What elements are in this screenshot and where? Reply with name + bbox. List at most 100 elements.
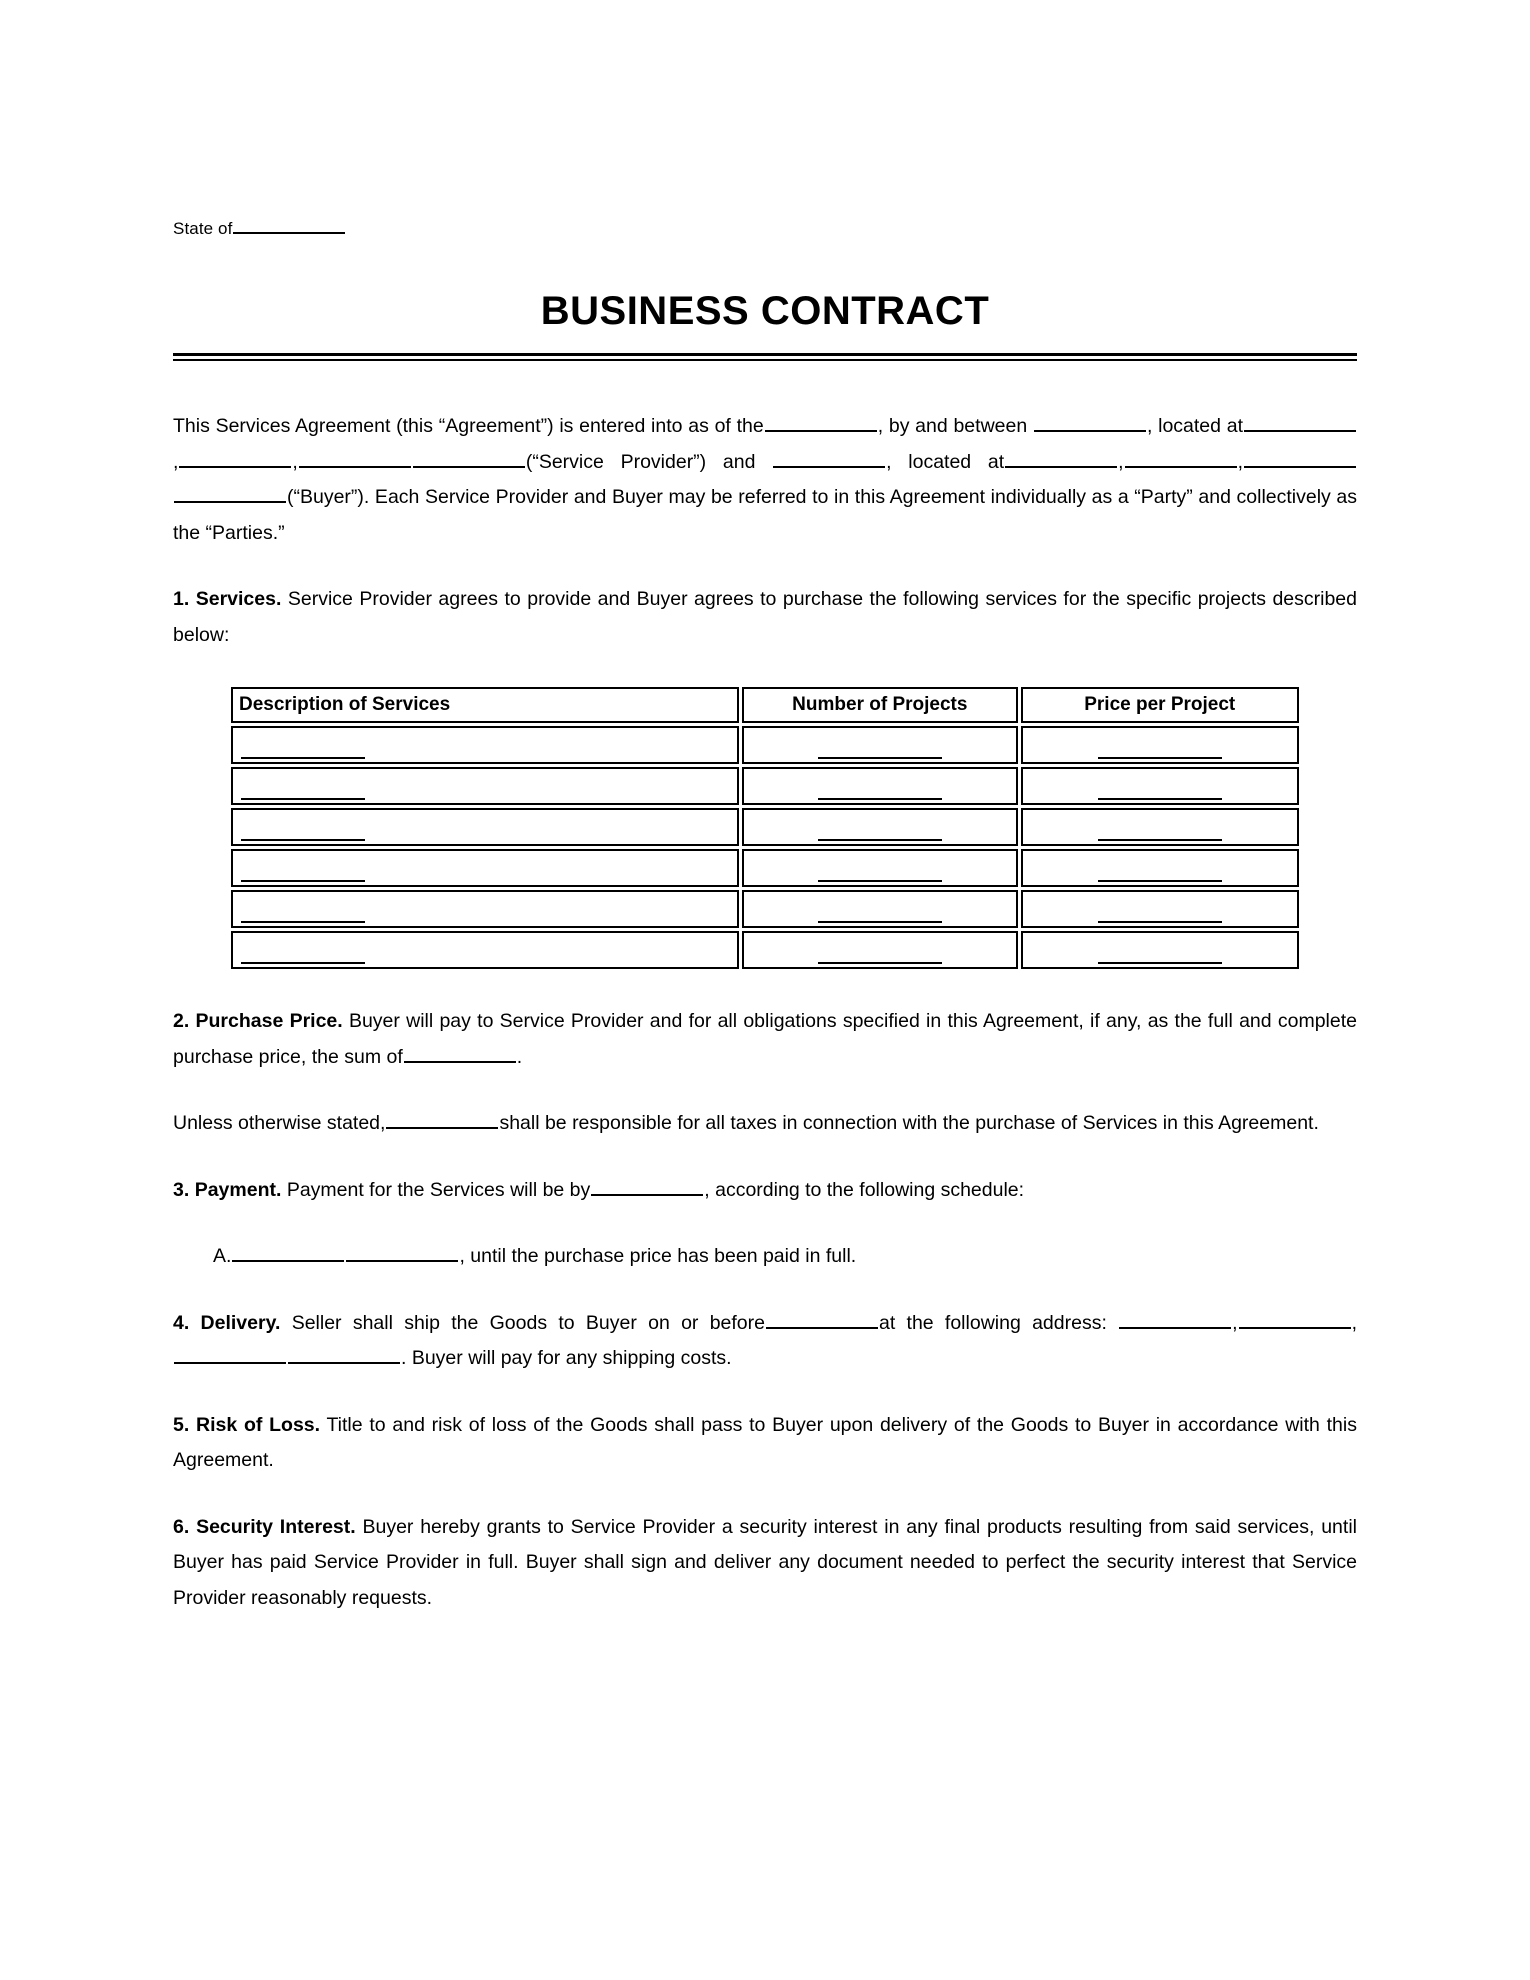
taxes-responsible-party-blank[interactable]	[386, 1108, 499, 1130]
cell-blank-line	[817, 880, 942, 883]
cell-number-of-projects[interactable]	[742, 808, 1018, 847]
agreement-date-blank[interactable]	[764, 411, 877, 433]
cell-number-of-projects[interactable]	[742, 890, 1018, 929]
delivery-address-zip-blank[interactable]	[288, 1343, 400, 1365]
cell-number-of-projects[interactable]	[742, 849, 1018, 888]
table-row	[231, 849, 1299, 888]
delivery-address-city-blank[interactable]	[1238, 1307, 1351, 1329]
cell-description[interactable]	[231, 849, 740, 888]
purchase-price-sum-blank[interactable]	[403, 1041, 516, 1063]
column-header-price-per-project: Price per Project	[1020, 687, 1299, 724]
services-table-wrapper: Description of Services Number of Projec…	[173, 684, 1357, 972]
table-row	[231, 767, 1299, 806]
section-6-heading: Security Interest.	[196, 1515, 356, 1538]
delivery-date-blank[interactable]	[766, 1307, 878, 1329]
taxes-text-2: shall be responsible for all taxes in co…	[499, 1112, 1319, 1135]
column-header-description: Description of Services	[231, 687, 740, 724]
service-provider-name-blank[interactable]	[1033, 411, 1146, 433]
intro-text-4: (“Service Provider”) and	[525, 450, 756, 473]
intro-text-5: , located at	[886, 450, 1005, 473]
cell-blank-line	[817, 962, 942, 965]
buyer-address-city-blank[interactable]	[1124, 446, 1237, 468]
table-row	[231, 808, 1299, 847]
section-1-services: 1. Services. Service Provider agrees to …	[173, 582, 1357, 653]
sp-address-state-blank[interactable]	[298, 446, 411, 468]
sp-address-street-blank[interactable]	[1244, 411, 1356, 433]
section-1-heading: Services.	[195, 588, 282, 611]
intro-paragraph: This Services Agreement (this “Agreement…	[173, 409, 1357, 551]
cell-description[interactable]	[231, 726, 740, 765]
payment-schedule-item-a: A. , until the purchase price has been pa…	[173, 1239, 1357, 1275]
contract-page: State of BUSINESS CONTRACT This Services…	[0, 0, 1530, 1980]
intro-text-6: (“Buyer”). Each Service Provider and Buy…	[173, 486, 1357, 544]
buyer-address-state-blank[interactable]	[1243, 446, 1356, 468]
buyer-address-zip-blank[interactable]	[174, 482, 286, 504]
cell-blank-line	[817, 757, 942, 760]
schedule-item-text: , until the purchase price has been paid…	[459, 1245, 857, 1268]
cell-blank-line	[1097, 880, 1222, 883]
state-blank-field[interactable]	[233, 215, 346, 234]
services-table-body	[231, 726, 1299, 970]
section-3-heading: Payment.	[194, 1178, 282, 1201]
cell-price-per-project[interactable]	[1020, 767, 1299, 806]
cell-price-per-project[interactable]	[1020, 890, 1299, 929]
taxes-clause: Unless otherwise stated, shall be respons…	[173, 1106, 1357, 1142]
section-5-heading: Risk of Loss.	[196, 1413, 321, 1436]
table-row	[231, 726, 1299, 765]
state-line: State of	[173, 215, 1357, 239]
section-3-body-2: , according to the following schedule:	[704, 1178, 1025, 1201]
schedule-amount-blank[interactable]	[232, 1241, 345, 1263]
delivery-address-state-blank[interactable]	[174, 1343, 286, 1365]
section-2-body-2: .	[516, 1045, 523, 1068]
cell-description[interactable]	[231, 931, 740, 970]
sp-address-zip-blank[interactable]	[412, 446, 525, 468]
cell-description[interactable]	[231, 890, 740, 929]
intro-text-2: , by and between	[877, 415, 1028, 438]
section-3-body-1: Payment for the Services will be by	[286, 1178, 591, 1201]
table-row	[231, 890, 1299, 929]
section-5-body: Title to and risk of loss of the Goods s…	[173, 1413, 1357, 1472]
cell-price-per-project[interactable]	[1020, 726, 1299, 765]
section-2-purchase-price: 2. Purchase Price. Buyer will pay to Ser…	[173, 1004, 1357, 1075]
cell-blank-line	[1097, 757, 1222, 760]
page-title: BUSINESS CONTRACT	[540, 289, 990, 334]
cell-blank-line	[1097, 962, 1222, 965]
cell-number-of-projects[interactable]	[742, 767, 1018, 806]
cell-price-per-project[interactable]	[1020, 808, 1299, 847]
cell-blank-line	[241, 757, 365, 760]
cell-price-per-project[interactable]	[1020, 849, 1299, 888]
cell-description[interactable]	[231, 808, 740, 847]
section-4-body-3: . Buyer will pay for any shipping costs.	[401, 1347, 732, 1370]
delivery-address-street-blank[interactable]	[1119, 1307, 1232, 1329]
section-2-number: 2.	[173, 1010, 190, 1033]
buyer-name-blank[interactable]	[773, 446, 886, 468]
section-5-number: 5.	[173, 1413, 190, 1436]
section-1-body: Service Provider agrees to provide and B…	[173, 588, 1358, 646]
sp-address-city-blank[interactable]	[179, 446, 292, 468]
cell-blank-line	[241, 921, 365, 924]
intro-text-1: This Services Agreement (this “Agreement…	[173, 415, 764, 438]
cell-price-per-project[interactable]	[1020, 931, 1299, 970]
section-2-heading: Purchase Price.	[195, 1010, 343, 1033]
table-row	[231, 931, 1299, 970]
cell-blank-line	[817, 921, 942, 924]
section-1-number: 1.	[173, 588, 190, 611]
cell-blank-line	[241, 880, 365, 883]
cell-number-of-projects[interactable]	[742, 726, 1018, 765]
cell-number-of-projects[interactable]	[742, 931, 1018, 970]
section-6-security-interest: 6. Security Interest. Buyer hereby grant…	[173, 1510, 1357, 1617]
section-4-body-2: at the following address:	[879, 1311, 1107, 1334]
cell-blank-line	[1097, 839, 1222, 842]
table-header-row: Description of Services Number of Projec…	[231, 687, 1299, 724]
column-header-number-of-projects: Number of Projects	[742, 687, 1018, 724]
section-3-payment: 3. Payment. Payment for the Services wil…	[173, 1173, 1357, 1209]
section-4-number: 4.	[173, 1311, 190, 1334]
schedule-frequency-blank[interactable]	[346, 1241, 459, 1263]
payment-method-blank[interactable]	[591, 1174, 704, 1196]
cell-blank-line	[241, 962, 365, 965]
buyer-address-street-blank[interactable]	[1005, 446, 1118, 468]
cell-blank-line	[1097, 921, 1222, 924]
section-4-delivery: 4. Delivery. Seller shall ship the Goods…	[173, 1306, 1357, 1377]
section-4-body-1: Seller shall ship the Goods to Buyer on …	[291, 1311, 765, 1334]
cell-description[interactable]	[231, 767, 740, 806]
